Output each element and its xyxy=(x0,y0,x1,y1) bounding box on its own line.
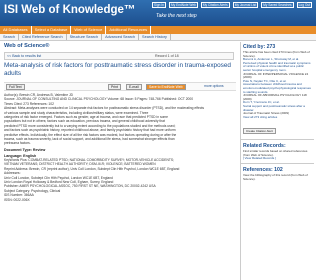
header-bar: ISI Web of Knowledge™ Take the next step… xyxy=(0,0,316,26)
record-toolbar: Full Text Print E-mail Save to EndNote W… xyxy=(4,82,236,91)
references-box: References: 102 View the bibliography of… xyxy=(241,163,314,181)
article-title: Meta-analysis of risk factors for posttr… xyxy=(4,62,231,77)
abstract-line: Abstract: Meta-analyses were conducted o… xyxy=(4,106,205,111)
database-title: Web of Science® xyxy=(4,43,50,49)
abstract-line: pretrauma factors. xyxy=(4,141,31,146)
tab-additional-resources[interactable]: Additional Resources xyxy=(106,26,152,34)
tagline: Take the next step xyxy=(156,13,197,19)
view-related-records-link[interactable]: [ View Related Records ] xyxy=(243,157,312,161)
email-button[interactable]: E-mail xyxy=(126,84,142,90)
citation-alerts-link[interactable]: My Citation Alerts xyxy=(200,2,230,8)
record-fields: Author(s): Brewin CR, Andrews B, Valenti… xyxy=(4,93,236,202)
record-counter: Record 1 of 18 xyxy=(155,54,179,58)
full-text-button[interactable]: Full Text xyxy=(6,84,25,90)
search-subnav: Search Cited Reference Search Structure … xyxy=(0,34,316,41)
create-citation-alert-button[interactable]: Create Citation Alert xyxy=(243,128,276,135)
cited-ref-search-link[interactable]: Cited Reference Search xyxy=(19,34,67,40)
document-type: Document Type: Review xyxy=(4,147,46,152)
record-main: Meta-analysis of risk factors for posttr… xyxy=(4,62,236,280)
more-options-link[interactable]: more options xyxy=(202,84,226,90)
tab-select-database[interactable]: Select a Database xyxy=(32,26,72,34)
citing-article-link[interactable]: Perceived physical health and traumatic … xyxy=(243,61,312,73)
structure-search-link[interactable]: Structure Search xyxy=(67,34,103,40)
save-to-endnote-button[interactable]: Save to EndNote Web xyxy=(146,84,186,90)
references-text: View the bibliography of this record (fr… xyxy=(243,173,308,181)
sign-in-link[interactable]: Sign In xyxy=(152,2,166,8)
view-all-citing-link[interactable]: View all 273 citing articles xyxy=(243,115,312,120)
results-navigation: << Back to results list Record 1 of 18 xyxy=(4,52,234,60)
issn-line: ISSN: 0022-006X xyxy=(4,197,30,202)
top-links: Sign In My EndNote Web My Citation Alert… xyxy=(152,2,312,8)
endnote-link[interactable]: My EndNote Web xyxy=(168,2,198,8)
citation-sidebar: Cited by: 273 This article has been cite… xyxy=(240,42,314,280)
back-to-results-link[interactable]: << Back to results list xyxy=(7,54,41,58)
database-tabs: All Databases Select a Database Web of S… xyxy=(0,26,316,34)
tab-all-databases[interactable]: All Databases xyxy=(0,26,32,34)
search-history-link[interactable]: Search History xyxy=(139,34,171,40)
advanced-search-link[interactable]: Advanced Search xyxy=(102,34,140,40)
journal-list-link[interactable]: My Journal List xyxy=(232,2,259,8)
search-link[interactable]: Search xyxy=(0,34,20,40)
product-title: ISI Web of Knowledge™ xyxy=(4,4,136,16)
log-out-link[interactable]: Log Out xyxy=(296,2,312,8)
print-button[interactable]: Print xyxy=(108,84,121,90)
saved-searches-link[interactable]: My Saved Searches xyxy=(261,2,294,8)
tab-web-of-science[interactable]: Web of Science xyxy=(71,26,107,34)
related-records-box: Related Records: Find similar records ba… xyxy=(241,139,314,161)
